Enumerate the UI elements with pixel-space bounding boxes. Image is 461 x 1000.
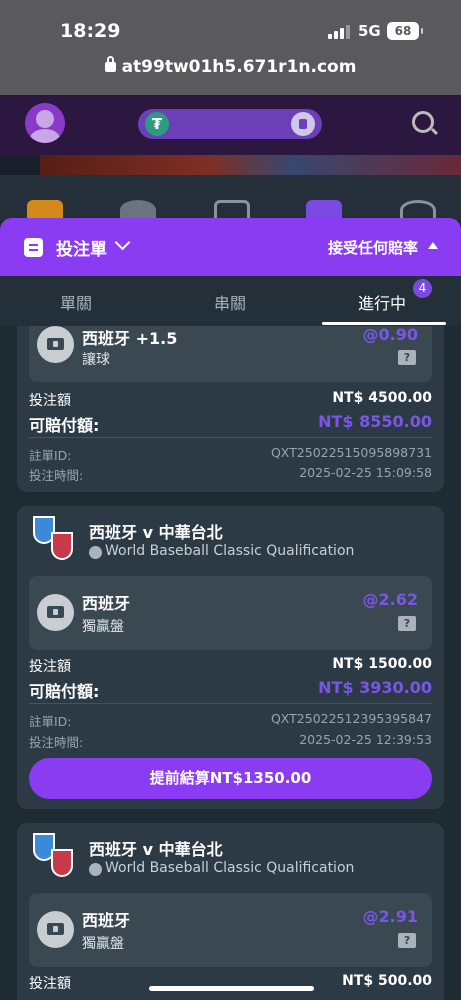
status-time: 18:29	[60, 20, 121, 42]
bet-card: 西班牙 v 中華台北 World Baseball Classic Qualif…	[17, 506, 444, 809]
baseball-icon	[89, 546, 102, 559]
category-clock-icon[interactable]	[400, 200, 436, 220]
category-live-icon[interactable]	[214, 200, 250, 220]
divider	[29, 437, 432, 438]
match-name: 西班牙 v 中華台北	[89, 523, 223, 542]
wallet-selector[interactable]: ₮	[138, 109, 322, 139]
stake-value: NT$ 500.00	[342, 973, 432, 989]
help-icon[interactable]: ?	[398, 616, 416, 631]
url-text: at99tw01h5.671r1n.com	[121, 57, 357, 77]
bet-id-value: QXT25022515095898731	[270, 445, 432, 460]
baseball-icon	[89, 863, 102, 876]
odds-value: @0.90	[362, 326, 418, 344]
bet-time-label: 投注時間:	[29, 735, 84, 750]
help-icon[interactable]: ?	[398, 933, 416, 948]
bet-slip-header[interactable]: 投注單 接受任何賠率	[0, 218, 461, 276]
stake-label: 投注額	[29, 976, 71, 992]
bet-card: 西班牙 +1.5 讓球 @0.90 ? 投注額 NT$ 4500.00 可賠付額…	[17, 326, 444, 492]
bet-slip-title: 投注單	[56, 240, 107, 260]
search-icon[interactable]	[412, 111, 434, 133]
status-bar: 18:29 5G 68 at99tw01h5.671r1n.com	[0, 0, 461, 95]
stake-label: 投注額	[29, 659, 71, 675]
ticket-icon	[37, 911, 74, 948]
active-tab-indicator	[322, 322, 446, 325]
sport-categories	[0, 175, 461, 220]
odds-value: @2.62	[362, 590, 418, 609]
league-name: World Baseball Classic Qualification	[105, 543, 355, 559]
stake-label: 投注額	[29, 393, 71, 409]
bet-id-value: QXT25022512395395847	[270, 711, 432, 726]
selection-name: 西班牙 +1.5	[82, 329, 178, 348]
payout-value: NT$ 3930.00	[318, 678, 432, 697]
selection-box: 西班牙 獨贏盤 @2.62 ?	[29, 576, 432, 650]
bet-time-label: 投注時間:	[29, 468, 84, 483]
odds-preference[interactable]: 接受任何賠率	[328, 237, 418, 258]
selection-name: 西班牙	[82, 594, 131, 613]
bet-id-label: 註單ID:	[29, 714, 72, 729]
help-icon[interactable]: ?	[398, 350, 416, 365]
address-bar[interactable]: at99tw01h5.671r1n.com	[0, 56, 461, 77]
cashout-button[interactable]: 提前結算NT$1350.00	[29, 758, 432, 799]
stake-value: NT$ 4500.00	[332, 390, 432, 406]
selection-name: 西班牙	[82, 911, 131, 930]
match-name: 西班牙 v 中華台北	[89, 840, 223, 859]
payout-label: 可賠付額:	[29, 416, 100, 435]
bet-card: 西班牙 v 中華台北 World Baseball Classic Qualif…	[17, 823, 444, 1000]
odds-value: @2.91	[362, 907, 418, 926]
market-name: 讓球	[82, 352, 110, 368]
network-type: 5G	[358, 22, 381, 40]
tab-parlay[interactable]: 串關	[214, 290, 246, 314]
stake-value: NT$ 1500.00	[332, 656, 432, 672]
bet-time-value: 2025-02-25 15:09:58	[299, 465, 432, 480]
bet-list[interactable]: 西班牙 +1.5 讓球 @0.90 ? 投注額 NT$ 4500.00 可賠付額…	[0, 326, 461, 1000]
selection-box: 西班牙 +1.5 讓球 @0.90 ?	[29, 326, 432, 382]
league-name: World Baseball Classic Qualification	[105, 860, 355, 876]
bet-slip-icon	[24, 238, 43, 257]
home-indicator[interactable]	[149, 986, 314, 991]
payout-label: 可賠付額:	[29, 682, 100, 701]
tether-icon: ₮	[145, 112, 169, 136]
signal-icon	[328, 25, 350, 39]
category-tv-icon[interactable]	[27, 200, 63, 220]
team-shield-icon	[31, 516, 77, 562]
divider	[29, 703, 432, 704]
chevron-down-icon[interactable]	[114, 234, 131, 251]
tab-single[interactable]: 單關	[60, 290, 92, 314]
wallet-icon[interactable]	[291, 112, 315, 136]
in-progress-count-badge: 4	[413, 279, 432, 298]
app-header: ₮	[0, 95, 461, 155]
bet-time-value: 2025-02-25 12:39:53	[299, 732, 432, 747]
tab-in-progress[interactable]: 進行中	[358, 290, 406, 314]
selection-box: 西班牙 獨贏盤 @2.91 ?	[29, 893, 432, 967]
category-calendar-icon[interactable]	[306, 200, 342, 220]
payout-value: NT$ 8550.00	[318, 412, 432, 431]
category-hot-icon[interactable]	[120, 200, 156, 220]
market-name: 獨贏盤	[82, 936, 124, 952]
battery-icon: 68	[387, 22, 423, 40]
avatar-icon[interactable]	[25, 103, 65, 143]
bet-id-label: 註單ID:	[29, 448, 72, 463]
lock-icon	[104, 56, 116, 72]
banner-overlay	[0, 155, 461, 175]
ticket-icon	[37, 594, 74, 631]
triangle-up-icon[interactable]	[428, 242, 438, 249]
market-name: 獨贏盤	[82, 619, 124, 635]
team-shield-icon	[31, 833, 77, 879]
ticket-icon	[37, 326, 74, 363]
bet-slip-tabs: 單關 串關 進行中 4	[0, 276, 461, 326]
